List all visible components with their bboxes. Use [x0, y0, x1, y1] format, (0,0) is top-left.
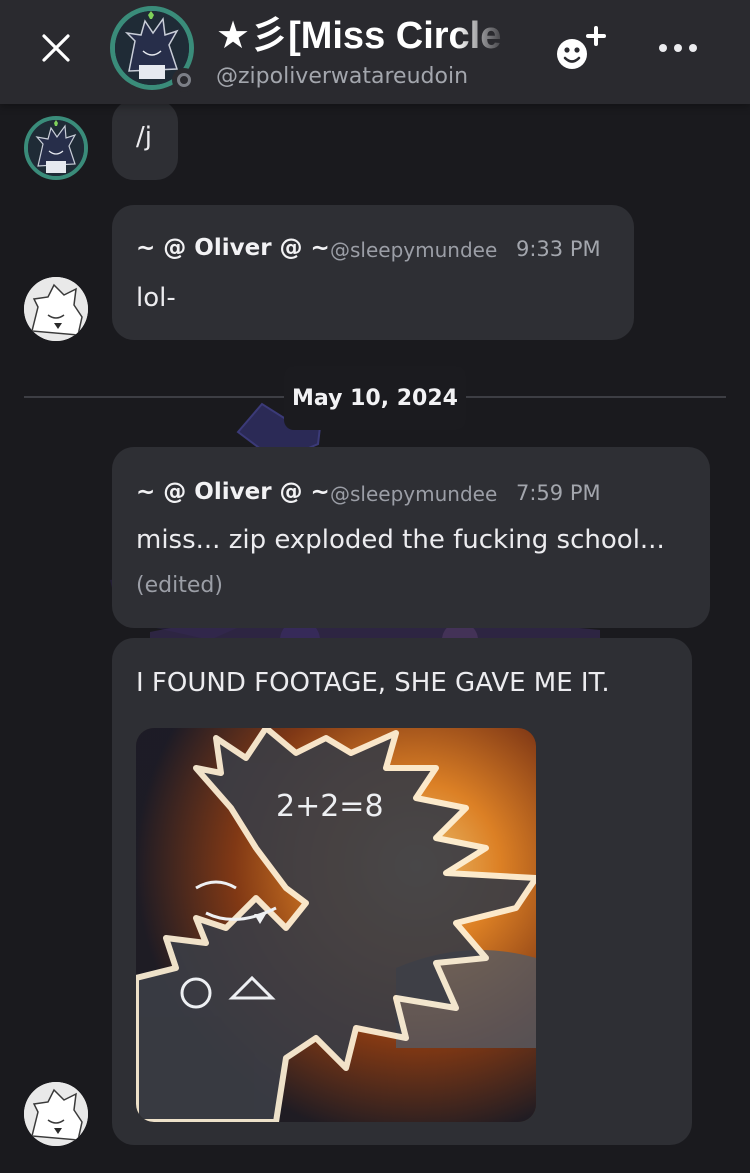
message-bubble[interactable]: ~ @ Oliver @ ~ @sleepymundee 9:33 PM lol… — [112, 205, 634, 340]
conversation-title[interactable]: ★彡[Miss Circle — [216, 10, 508, 62]
close-icon — [42, 34, 70, 62]
more-dot — [689, 44, 697, 52]
message-text: miss... zip exploded the fucking school.… — [136, 525, 665, 555]
close-button[interactable] — [34, 26, 78, 70]
header-avatar[interactable] — [110, 6, 196, 92]
dm-screen: ★彡[Miss Circle @zipoliverwatareudoin /j … — [0, 0, 750, 1173]
message-timestamp: 7:59 PM — [516, 481, 601, 505]
conversation-handle: @zipoliverwatareudoin — [216, 64, 469, 89]
more-dot — [659, 44, 667, 52]
message-text: lol- — [136, 283, 176, 313]
more-dot — [674, 44, 682, 52]
status-indicator — [172, 68, 196, 92]
author-avatar-oliver[interactable] — [24, 277, 88, 341]
add-friend-icon — [557, 26, 606, 69]
author-avatar-zip[interactable] — [24, 116, 88, 180]
attachment-image: 2+2=8 — [136, 728, 536, 1122]
message-bubble[interactable]: /j — [112, 100, 178, 180]
dm-header: ★彡[Miss Circle @zipoliverwatareudoin — [0, 0, 750, 104]
author-avatar-oliver[interactable] — [24, 1082, 88, 1146]
message-text: /j — [136, 122, 152, 152]
more-options-button[interactable] — [650, 28, 706, 68]
author-username: @sleepymundee — [330, 238, 498, 262]
message-text: I FOUND FOOTAGE, SHE GAVE ME IT. — [136, 668, 610, 698]
message-timestamp: 9:33 PM — [516, 237, 601, 261]
message-bubble[interactable]: I FOUND FOOTAGE, SHE GAVE ME IT. 2+2=8 — [112, 638, 692, 1145]
edited-label: (edited) — [136, 573, 223, 598]
attachment-math-text: 2+2=8 — [276, 789, 384, 824]
author-name[interactable]: ~ @ Oliver @ ~ — [136, 235, 330, 261]
date-divider: May 10, 2024 — [284, 366, 466, 430]
message-bubble[interactable]: ~ @ Oliver @ ~ @sleepymundee 7:59 PM mis… — [112, 447, 710, 628]
add-friend-button[interactable] — [552, 22, 612, 78]
author-username: @sleepymundee — [330, 482, 498, 506]
author-name[interactable]: ~ @ Oliver @ ~ — [136, 479, 330, 505]
image-attachment[interactable]: 2+2=8 — [136, 728, 536, 1122]
